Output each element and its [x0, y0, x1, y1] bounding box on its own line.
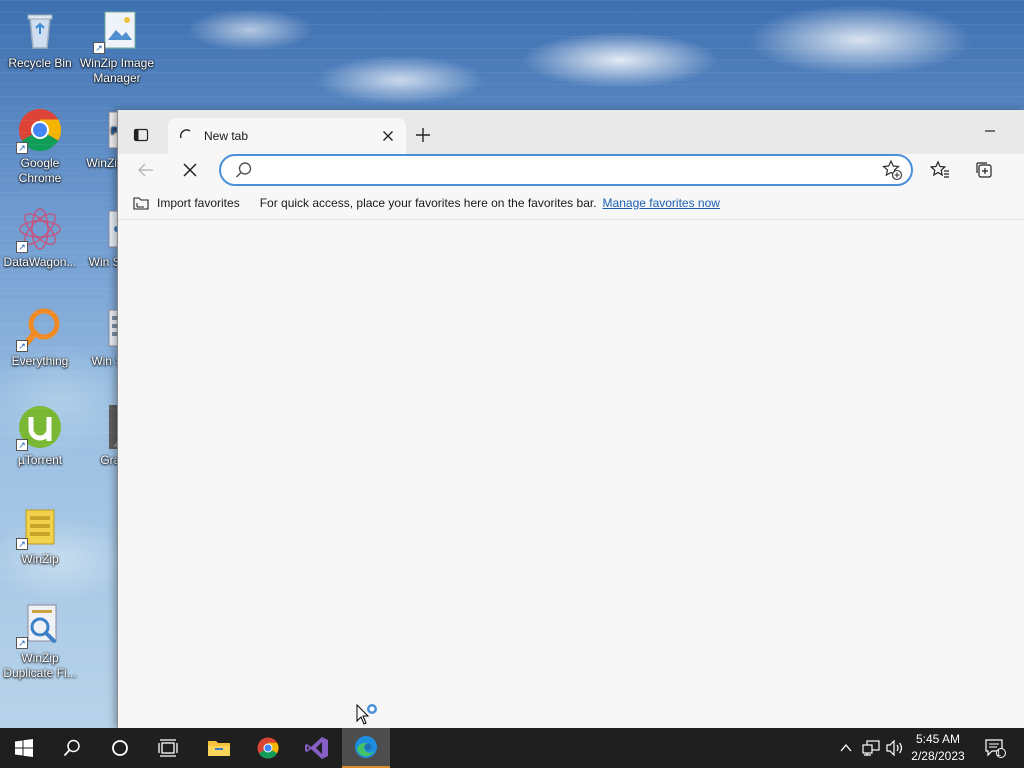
desktop-icon-label: WinZip — [21, 552, 59, 566]
search-icon — [235, 162, 252, 178]
tab-new-tab[interactable]: New tab — [168, 118, 406, 154]
desktop-icon-utorrent[interactable]: ↗ µTorrent — [0, 403, 80, 468]
desktop-icon-label: DataWagon... — [3, 255, 77, 269]
minimize-icon — [985, 130, 995, 132]
recycle-bin-icon — [16, 6, 64, 54]
address-input[interactable] — [261, 157, 881, 183]
taskbar-chrome[interactable] — [244, 728, 292, 768]
shortcut-arrow-icon: ↗ — [16, 241, 28, 253]
notification-count: 1 — [996, 748, 1002, 758]
show-hidden-icons-button[interactable] — [836, 728, 856, 768]
shortcut-arrow-icon: ↗ — [16, 538, 28, 550]
desktop-icon-winzip-duplicate-finder[interactable]: ↗ WinZip Duplicate Fi... — [0, 601, 80, 681]
minimize-button[interactable] — [978, 120, 1002, 142]
network-icon — [862, 740, 880, 756]
winzip-icon: ↗ — [16, 502, 64, 550]
notification-icon — [985, 739, 1006, 758]
shortcut-arrow-icon: ↗ — [16, 142, 28, 154]
chrome-icon — [257, 737, 279, 759]
close-icon — [183, 163, 197, 177]
chevron-up-icon — [840, 743, 852, 752]
back-button[interactable] — [132, 156, 160, 184]
taskbar-visual-studio[interactable] — [293, 728, 341, 768]
page-content — [118, 221, 1024, 728]
everything-icon: ↗ — [16, 304, 64, 352]
favorites-bar: Import favorites For quick access, place… — [118, 186, 1024, 220]
import-favorites-button[interactable]: Import favorites — [132, 191, 240, 215]
datawagon-icon: ↗ — [16, 205, 64, 253]
cortana-button[interactable] — [96, 728, 144, 768]
desktop-icon-label: Recycle Bin — [8, 56, 72, 70]
desktop-icon-label: Everything — [11, 354, 69, 368]
desktop-icon-datawagon[interactable]: ↗ DataWagon... — [0, 205, 80, 270]
tab-title: New tab — [204, 129, 249, 143]
import-favorites-icon — [133, 196, 149, 210]
desktop-icon-label: WinZip Duplicate Fi... — [3, 651, 77, 680]
plus-icon — [416, 128, 430, 142]
desktop-icon-recycle-bin[interactable]: Recycle Bin — [0, 6, 80, 71]
favorites-bar-message: For quick access, place your favorites h… — [259, 195, 597, 210]
windows-logo-icon — [15, 739, 33, 757]
desktop-icon-google-chrome[interactable]: ↗ Google Chrome — [0, 106, 80, 186]
visual-studio-icon — [305, 737, 328, 759]
start-button[interactable] — [0, 728, 48, 768]
taskbar: 5:45 AM 2/28/2023 1 — [0, 728, 1024, 768]
desktop-icon-winzip[interactable]: ↗ WinZip — [0, 502, 80, 567]
desktop-icon-label: Google Chrome — [18, 156, 62, 185]
tab-actions-button[interactable] — [130, 124, 152, 146]
tab-actions-icon — [133, 128, 149, 142]
address-bar[interactable] — [219, 154, 913, 186]
desktop-icon-label: µTorrent — [17, 453, 63, 467]
chrome-icon: ↗ — [16, 106, 64, 154]
winzip-image-manager-icon: ↗ — [93, 6, 141, 54]
taskbar-clock[interactable]: 5:45 AM 2/28/2023 — [902, 731, 974, 765]
navigation-toolbar — [118, 154, 1024, 186]
browser-window: New tab Import favorites For quick acces… — [117, 110, 1024, 728]
search-button[interactable] — [48, 728, 96, 768]
search-icon — [63, 739, 80, 757]
desktop-icon-label: WinZip Image Manager — [79, 56, 155, 85]
shortcut-arrow-icon: ↗ — [93, 42, 105, 54]
edge-icon — [355, 736, 377, 758]
collections-button[interactable] — [970, 156, 998, 184]
busy-cursor-icon — [356, 703, 377, 725]
shortcut-arrow-icon: ↗ — [16, 637, 28, 649]
desktop-icon-winzip-image-manager[interactable]: ↗ WinZip Image Manager — [77, 6, 157, 86]
loading-spinner-icon — [178, 128, 194, 144]
collections-icon — [976, 162, 992, 178]
tab-close-button[interactable] — [376, 124, 400, 148]
desktop-icon-everything[interactable]: ↗ Everything — [0, 304, 80, 369]
action-center-button[interactable]: 1 — [980, 728, 1010, 768]
utorrent-icon: ↗ — [16, 403, 64, 451]
add-favorite-icon[interactable] — [881, 159, 903, 181]
tab-bar: New tab — [118, 110, 1024, 154]
manage-favorites-link[interactable]: Manage favorites now — [603, 196, 720, 210]
favorites-button[interactable] — [926, 156, 954, 184]
network-button[interactable] — [860, 728, 882, 768]
cortana-circle-icon — [112, 740, 128, 756]
stop-loading-button[interactable] — [176, 156, 204, 184]
winzip-duplicate-finder-icon: ↗ — [16, 601, 64, 649]
taskbar-file-explorer[interactable] — [195, 728, 243, 768]
clock-date: 2/28/2023 — [911, 749, 965, 763]
import-favorites-label: Import favorites — [157, 195, 240, 210]
shortcut-arrow-icon: ↗ — [16, 439, 28, 451]
shortcut-arrow-icon: ↗ — [16, 340, 28, 352]
task-view-button[interactable] — [144, 728, 192, 768]
new-tab-button[interactable] — [411, 123, 435, 147]
favorites-star-icon — [930, 160, 949, 178]
back-arrow-icon — [137, 163, 153, 177]
task-view-icon — [158, 739, 178, 757]
close-icon — [383, 131, 393, 141]
taskbar-edge[interactable] — [342, 728, 390, 768]
clock-time: 5:45 AM — [915, 732, 961, 746]
file-explorer-icon — [208, 741, 230, 756]
